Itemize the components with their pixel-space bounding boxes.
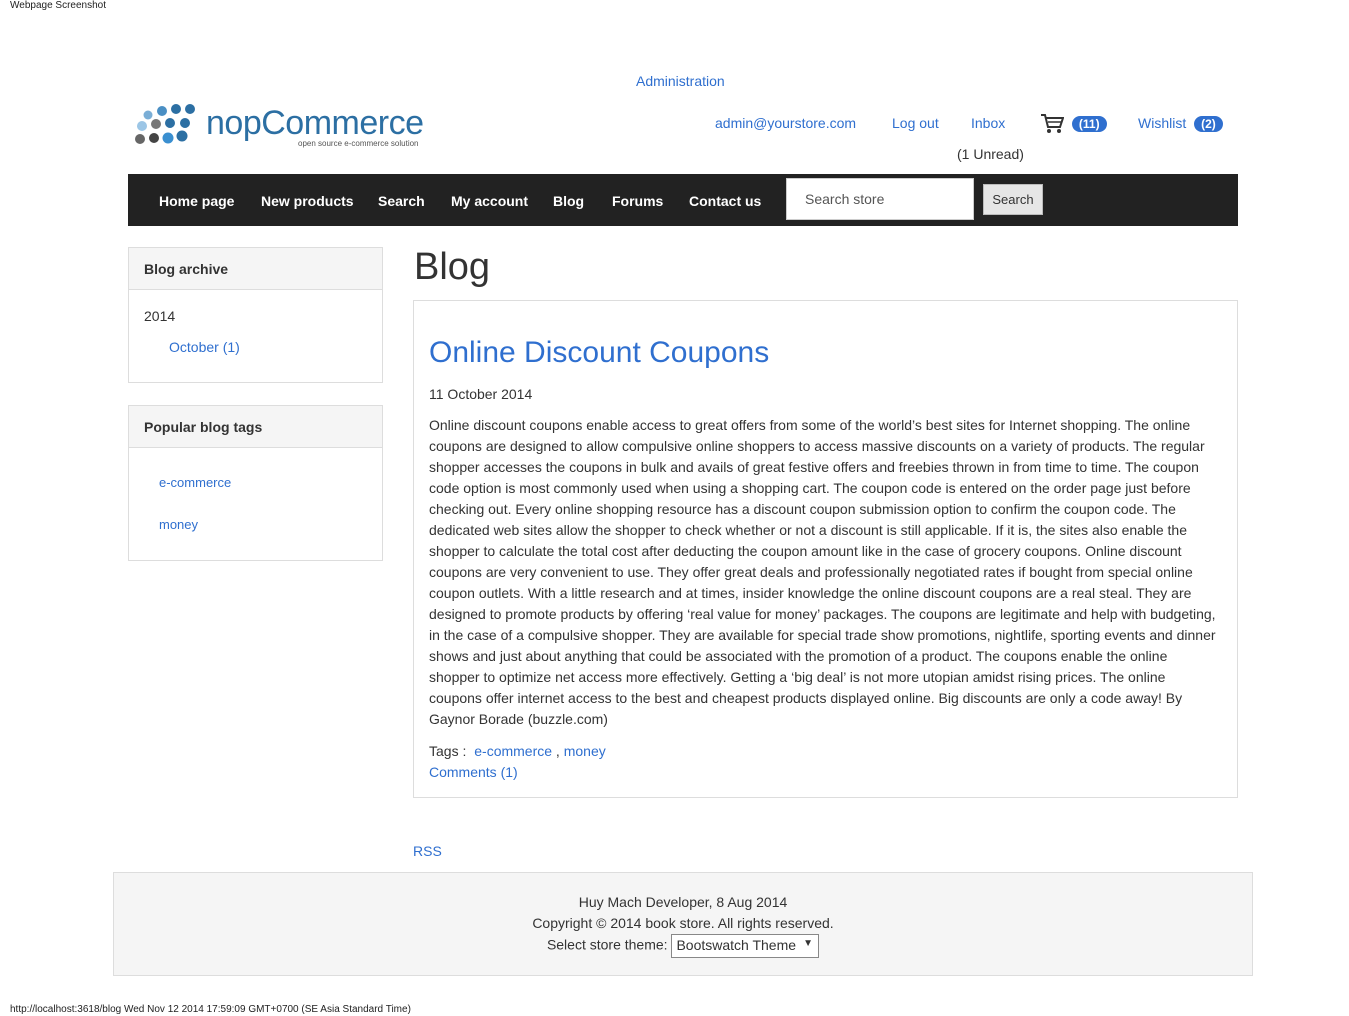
footer-copyright: Copyright © 2014 book store. All rights … [532, 915, 834, 931]
post-tag-money[interactable]: money [564, 743, 606, 759]
wishlist-label: Wishlist [1138, 115, 1187, 131]
cart-count-badge: (11) [1071, 115, 1107, 132]
logout-link[interactable]: Log out [892, 115, 939, 131]
inbox-unread-count: (1 Unread) [957, 146, 1024, 162]
rss-link[interactable]: RSS [413, 843, 442, 859]
tag-link-money[interactable]: money [159, 517, 198, 532]
popular-tags-title: Popular blog tags [129, 406, 382, 448]
blog-archive-title: Blog archive [129, 248, 382, 290]
wishlist-link[interactable]: Wishlist (2) [1138, 115, 1223, 132]
wishlist-count-badge: (2) [1194, 116, 1223, 132]
archive-month-link[interactable]: October (1) [169, 339, 240, 355]
account-email-link[interactable]: admin@yourstore.com [715, 115, 856, 131]
post-date: 11 October 2014 [429, 386, 533, 402]
theme-select-value: Bootswatch Theme [676, 937, 797, 953]
logo-wordmark: nopCommerce [206, 104, 424, 142]
nav-contact-us[interactable]: Contact us [689, 193, 761, 209]
administration-link[interactable]: Administration [636, 73, 725, 89]
print-header-title: Webpage Screenshot [10, 0, 106, 11]
page-title: Blog [414, 246, 491, 288]
inbox-link[interactable]: Inbox [971, 115, 1005, 131]
main-navbar: Home page New products Search My account… [128, 174, 1238, 226]
dropdown-arrow-icon: ▼ [803, 938, 814, 949]
nav-search[interactable]: Search [378, 193, 425, 209]
post-tags-label: Tags : [429, 743, 467, 759]
logo-tagline: open source e-commerce solution [298, 139, 419, 148]
nav-forums[interactable]: Forums [612, 193, 663, 209]
post-tag-ecommerce[interactable]: e-commerce [474, 743, 552, 759]
post-body: Online discount coupons enable access to… [429, 417, 1216, 727]
blog-archive-box: Blog archive 2014 October (1) [128, 247, 383, 383]
post-title-link[interactable]: Online Discount Coupons [429, 336, 769, 370]
logo-dots-icon [135, 104, 195, 144]
nav-new-products[interactable]: New products [261, 193, 354, 209]
post-comments-link[interactable]: Comments (1) [429, 764, 518, 780]
nav-my-account[interactable]: My account [451, 193, 528, 209]
nav-blog[interactable]: Blog [553, 193, 584, 209]
search-button[interactable]: Search [983, 184, 1043, 215]
theme-selector-label: Select store theme: [546, 936, 668, 953]
post-tags: Tags : e-commerce , money [429, 743, 606, 759]
footer-powered-by: Huy Mach Developer, 8 Aug 2014 [578, 894, 788, 910]
tag-link-ecommerce[interactable]: e-commerce [159, 475, 231, 490]
shopping-cart-icon [1041, 114, 1065, 133]
theme-select[interactable]: Bootswatch Theme ▼ [671, 934, 820, 958]
site-footer: Huy Mach Developer, 8 Aug 2014 Copyright… [113, 872, 1253, 976]
shopping-cart-link[interactable]: (11) [1040, 113, 1107, 135]
print-footer-url: http://localhost:3618/blog Wed Nov 12 20… [10, 1004, 411, 1015]
popular-tags-box: Popular blog tags e-commerce money [128, 405, 383, 561]
search-store-input[interactable]: Search store [786, 178, 974, 220]
footer-theme-selector: Select store theme: Bootswatch Theme ▼ [114, 934, 1252, 958]
nav-home-page[interactable]: Home page [159, 193, 234, 209]
archive-year: 2014 [144, 308, 176, 324]
